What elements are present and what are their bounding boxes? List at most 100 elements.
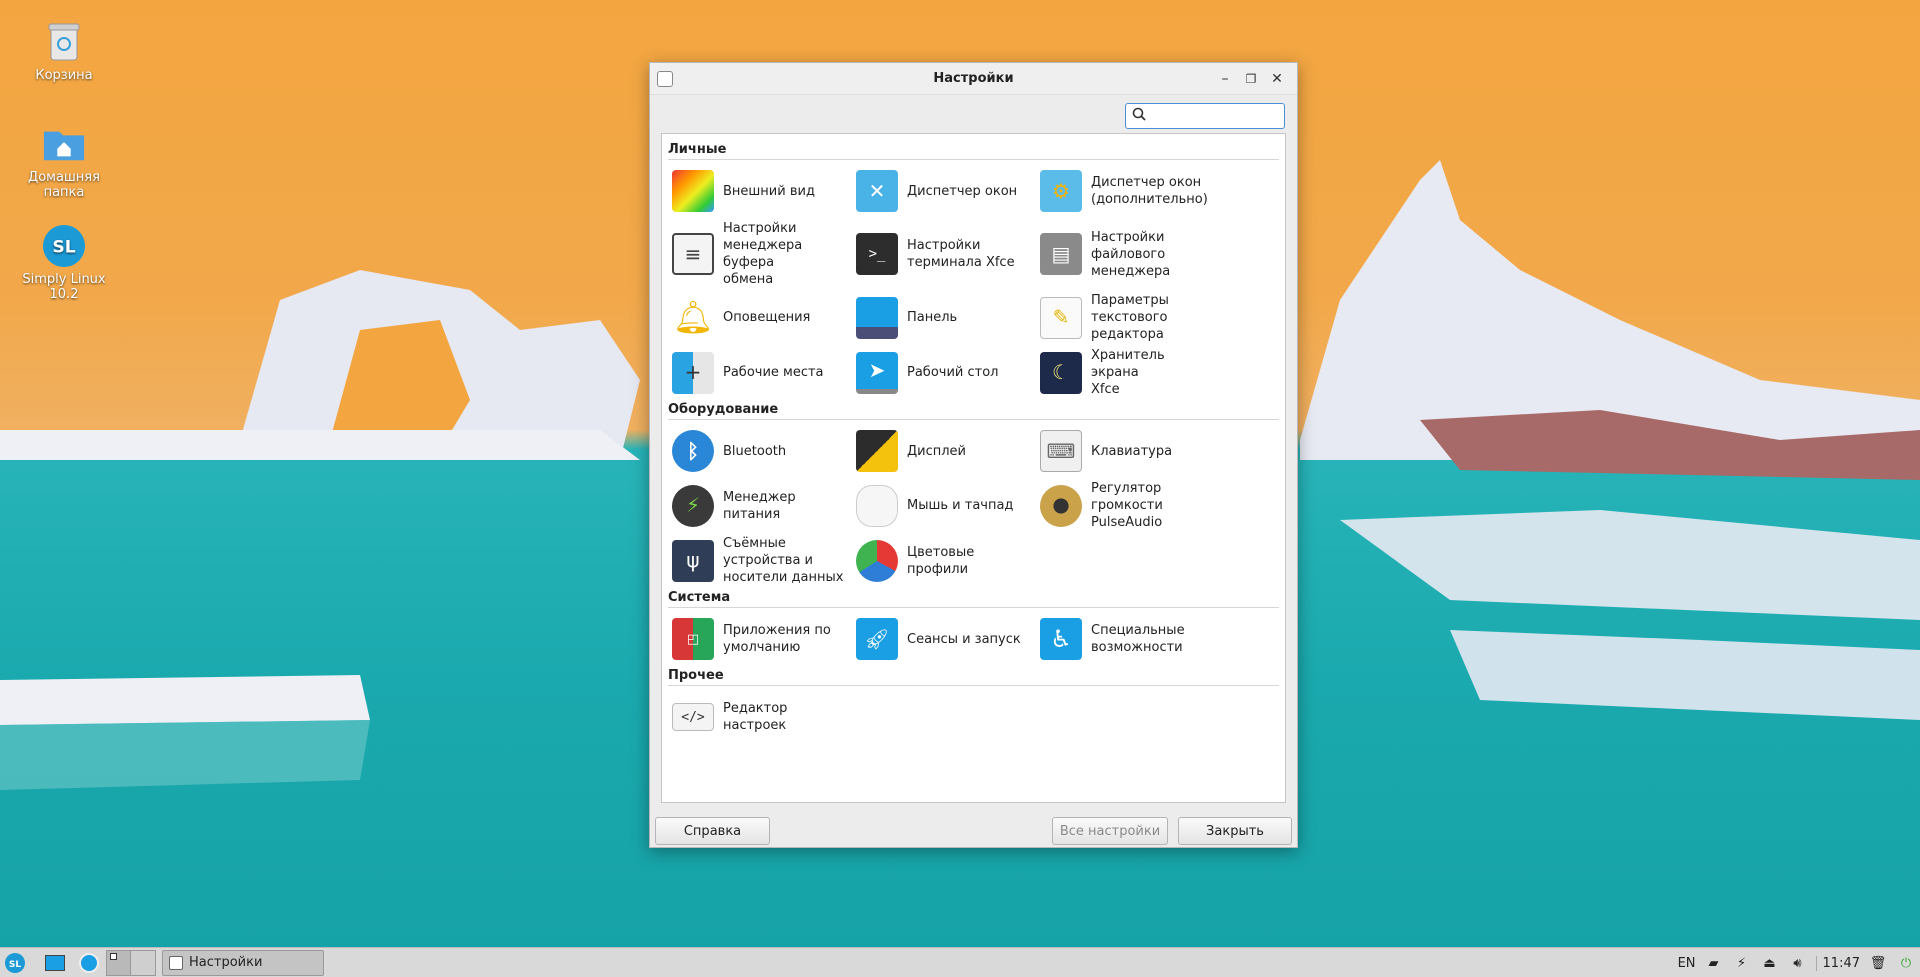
settings-item-mouse[interactable]: Мышь и тачпад bbox=[852, 478, 1036, 533]
settings-item-appearance[interactable]: Внешний вид bbox=[668, 164, 852, 218]
simply-linux-icon: SL bbox=[42, 224, 86, 268]
clock[interactable]: 11:47 bbox=[1815, 955, 1860, 971]
settings-item-label: Сеансы и запуск bbox=[907, 631, 1021, 647]
settings-item-default-apps[interactable]: ◰ Приложения по умолчанию bbox=[668, 612, 852, 666]
search-input[interactable] bbox=[1152, 108, 1272, 124]
settings-item-clipboard[interactable]: ≡ Настройки менеджера буфера обмена bbox=[668, 218, 852, 290]
workspace-switcher[interactable] bbox=[106, 949, 156, 976]
settings-item-file-manager[interactable]: ▤ Настройки файлового менеджера bbox=[1036, 218, 1220, 290]
restore-icon: ❐ bbox=[1245, 72, 1257, 86]
app-menu-button[interactable]: SL bbox=[2, 950, 28, 976]
desktop-icon-label: Simply Linux 10.2 bbox=[22, 272, 106, 302]
search-row bbox=[650, 95, 1297, 133]
globe-icon bbox=[79, 952, 99, 973]
settings-item-label: Клавиатура bbox=[1091, 443, 1173, 459]
settings-item-color-profiles[interactable]: Цветовые профили bbox=[852, 533, 1036, 588]
file-manager-icon: ▤ bbox=[1040, 233, 1082, 275]
settings-item-desktop[interactable]: ➤ Рабочий стол bbox=[852, 345, 1036, 400]
window-manager-icon: ✕ bbox=[856, 170, 898, 212]
settings-item-bluetooth[interactable]: ᛒ Bluetooth bbox=[668, 424, 852, 478]
network-icon[interactable]: ▰ bbox=[1704, 953, 1724, 973]
settings-item-notifications[interactable]: 🔔︎ Оповещения bbox=[668, 290, 852, 345]
settings-item-sessions[interactable]: 🚀︎ Сеансы и запуск bbox=[852, 612, 1036, 666]
close-window-button[interactable]: ✕ bbox=[1267, 69, 1287, 89]
window-titlebar[interactable]: Настройки – ❐ ✕ bbox=[650, 63, 1297, 95]
settings-item-label: Внешний вид bbox=[723, 183, 815, 199]
removable-media-icon[interactable]: ⏏ bbox=[1760, 953, 1780, 973]
settings-item-keyboard[interactable]: ⌨ Клавиатура bbox=[1036, 424, 1220, 478]
settings-editor-icon: </> bbox=[672, 703, 714, 731]
settings-item-window-manager[interactable]: ✕ Диспетчер окон bbox=[852, 164, 1036, 218]
settings-item-label: Редактор настроек bbox=[723, 701, 788, 733]
category-header: Система bbox=[668, 588, 1279, 608]
settings-item-label: Съёмные устройства и носители данных bbox=[723, 536, 844, 585]
settings-item-workspaces[interactable]: + Рабочие места bbox=[668, 345, 852, 400]
search-icon bbox=[1132, 107, 1146, 125]
show-desktop-button[interactable] bbox=[42, 950, 68, 976]
notifications-bell-icon: 🔔︎ bbox=[672, 298, 714, 336]
svg-text:SL: SL bbox=[52, 238, 75, 258]
settings-item-label: Диспетчер окон bbox=[907, 183, 1018, 199]
settings-item-label: Регулятор громкости PulseAudio bbox=[1091, 481, 1163, 530]
settings-item-panel[interactable]: Панель bbox=[852, 290, 1036, 345]
all-settings-button[interactable]: Все настройки bbox=[1052, 817, 1168, 845]
close-button-label: Закрыть bbox=[1206, 823, 1264, 839]
power-icon[interactable]: ⚡ bbox=[1732, 953, 1752, 973]
maximize-button[interactable]: ❐ bbox=[1241, 69, 1261, 89]
default-apps-icon: ◰ bbox=[672, 618, 714, 660]
settings-item-label: Настройки файлового менеджера bbox=[1091, 229, 1171, 279]
browser-launcher[interactable] bbox=[76, 950, 102, 976]
battery-icon: ⚡ bbox=[672, 484, 714, 527]
settings-item-label: Рабочий стол bbox=[907, 365, 999, 380]
appearance-icon bbox=[672, 170, 714, 212]
minimize-icon: – bbox=[1221, 71, 1229, 87]
settings-item-removable-drives[interactable]: ψ Съёмные устройства и носители данных bbox=[668, 533, 852, 588]
settings-item-settings-editor[interactable]: </> Редактор настроек bbox=[668, 690, 852, 744]
minimize-button[interactable]: – bbox=[1215, 69, 1235, 89]
settings-item-accessibility[interactable]: ♿︎ Специальные возможности bbox=[1036, 612, 1220, 666]
settings-list: Личные Внешний вид ✕ Диспетчер окон ⚙ Ди… bbox=[661, 133, 1286, 803]
trash-tray-icon[interactable]: 🗑︎ bbox=[1868, 953, 1888, 973]
settings-item-label: Приложения по умолчанию bbox=[723, 623, 831, 655]
keyboard-layout-indicator[interactable]: EN bbox=[1678, 956, 1696, 971]
help-button[interactable]: Справка bbox=[655, 817, 770, 845]
settings-item-window-manager-tweaks[interactable]: ⚙ Диспетчер окон (дополнительно) bbox=[1036, 164, 1220, 218]
bluetooth-icon: ᛒ bbox=[672, 430, 714, 472]
logout-icon[interactable]: ⏻ bbox=[1896, 953, 1916, 973]
clipboard-icon: ≡ bbox=[672, 233, 714, 275]
settings-item-terminal[interactable]: >_ Настройки терминала Xfce bbox=[852, 218, 1036, 290]
simply-linux-menu-icon: SL bbox=[5, 952, 25, 973]
system-tray: EN ▰ ⚡ ⏏ 🔊︎ 11:47 🗑︎ ⏻ bbox=[1678, 950, 1916, 976]
close-icon: ✕ bbox=[1271, 71, 1283, 87]
settings-item-text-editor[interactable]: ✎ Параметры текстового редактора bbox=[1036, 290, 1220, 345]
settings-item-label: Рабочие места bbox=[723, 365, 824, 380]
close-button[interactable]: Закрыть bbox=[1178, 817, 1292, 845]
workspace-1[interactable] bbox=[107, 950, 131, 975]
settings-item-power-manager[interactable]: ⚡ Менеджер питания bbox=[668, 478, 852, 533]
settings-item-display[interactable]: Дисплей bbox=[852, 424, 1036, 478]
desktop-icon-home[interactable]: Домашняя папка bbox=[9, 122, 119, 200]
volume-icon[interactable]: 🔊︎ bbox=[1788, 953, 1808, 973]
color-profiles-icon bbox=[856, 539, 898, 582]
workspaces-icon: + bbox=[672, 351, 714, 394]
desktop-icon-simply-linux[interactable]: SL Simply Linux 10.2 bbox=[9, 224, 119, 302]
settings-app-icon[interactable] bbox=[657, 71, 673, 87]
desktop-icon-label: Домашняя папка bbox=[28, 170, 100, 200]
settings-item-pulseaudio[interactable]: Регулятор громкости PulseAudio bbox=[1036, 478, 1220, 533]
keyboard-icon: ⌨ bbox=[1040, 430, 1082, 472]
desktop-icon-trash[interactable]: Корзина bbox=[9, 20, 119, 83]
mouse-icon bbox=[856, 484, 898, 527]
settings-item-label: Специальные возможности bbox=[1091, 623, 1185, 655]
settings-item-screensaver[interactable]: ☾ Хранитель экрана Xfce bbox=[1036, 345, 1220, 400]
taskbar-item-label: Настройки bbox=[189, 955, 263, 970]
settings-item-label: Мышь и тачпад bbox=[907, 498, 1014, 513]
taskbar-item-settings[interactable]: Настройки bbox=[162, 949, 324, 976]
settings-item-label: Параметры текстового редактора bbox=[1091, 293, 1169, 342]
workspace-2[interactable] bbox=[131, 950, 155, 975]
category-header: Оборудование bbox=[668, 400, 1279, 420]
text-editor-icon: ✎ bbox=[1040, 296, 1082, 339]
search-box[interactable] bbox=[1125, 103, 1285, 129]
window-manager-tweaks-icon: ⚙ bbox=[1040, 170, 1082, 212]
settings-window: Настройки – ❐ ✕ Личные Внешний вид ✕ Дис… bbox=[649, 62, 1298, 848]
terminal-icon: >_ bbox=[856, 233, 898, 275]
